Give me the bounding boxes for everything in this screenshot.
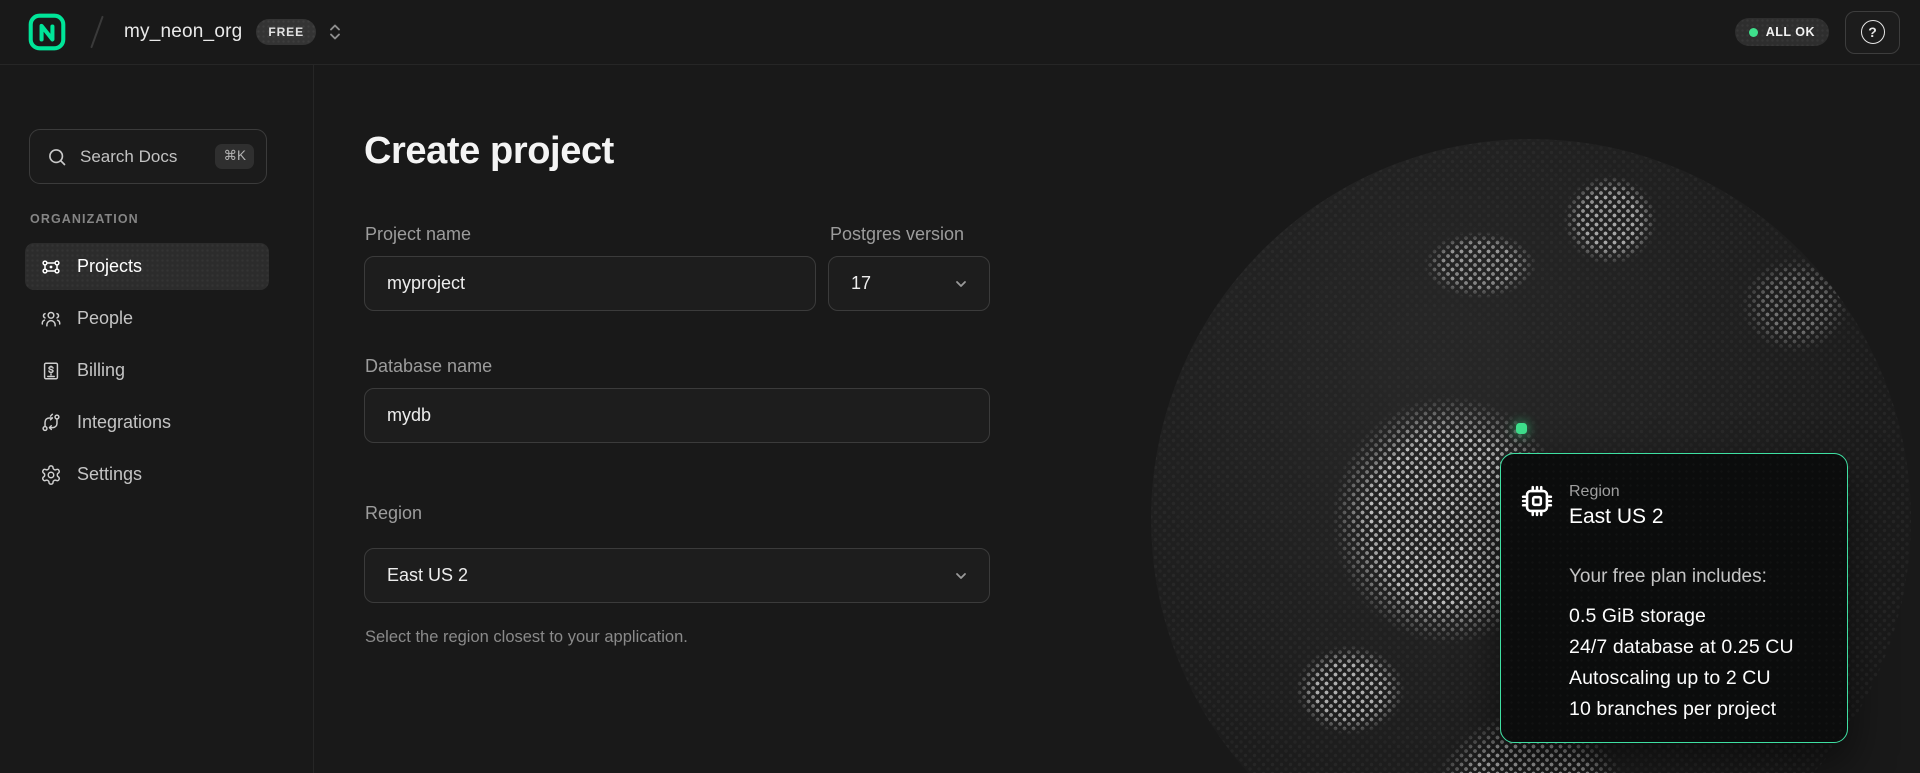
chip-icon (1520, 484, 1554, 518)
people-icon (40, 308, 62, 330)
plan-feature: Autoscaling up to 2 CU (1569, 663, 1827, 694)
project-name-label: Project name (365, 224, 471, 245)
settings-icon (40, 464, 62, 486)
sidebar-item-label: Projects (77, 256, 142, 277)
breadcrumb-slash (90, 16, 104, 49)
status-ok-dot-icon (1749, 28, 1758, 37)
sidebar-item-integrations[interactable]: Integrations (25, 399, 269, 446)
chevron-down-icon (953, 276, 969, 292)
region-helper-text: Select the region closest to your applic… (365, 628, 688, 647)
integrations-icon (40, 412, 62, 434)
postgres-version-select[interactable]: 17 (828, 256, 990, 311)
region-label: Region (365, 503, 422, 524)
plan-badge: FREE (256, 19, 316, 45)
neon-logo-icon[interactable] (28, 13, 66, 51)
question-mark-icon: ? (1861, 20, 1885, 44)
database-name-input[interactable]: mydb (364, 388, 990, 443)
project-name-value: myproject (387, 273, 465, 294)
sidebar-nav: Projects People Billing (25, 243, 269, 498)
sidebar-item-label: Integrations (77, 412, 171, 433)
chevron-down-icon (953, 568, 969, 584)
database-name-label: Database name (365, 356, 492, 377)
region-select[interactable]: East US 2 (364, 548, 990, 603)
postgres-version-label: Postgres version (830, 224, 964, 245)
organization-section-label: ORGANIZATION (30, 212, 313, 226)
plan-feature: 24/7 database at 0.25 CU (1569, 632, 1827, 663)
project-name-input[interactable]: myproject (364, 256, 816, 311)
projects-icon (40, 256, 62, 278)
org-name[interactable]: my_neon_org (124, 21, 242, 43)
search-icon (47, 147, 67, 167)
search-placeholder: Search Docs (80, 147, 177, 167)
search-docs-input[interactable]: Search Docs ⌘K (29, 129, 267, 184)
create-project-page: my_neon_org FREE ALL OK ? Search Docs ⌘K (0, 0, 1920, 773)
sidebar-item-settings[interactable]: Settings (25, 451, 269, 498)
billing-icon (40, 360, 62, 382)
plan-feature: 10 branches per project (1569, 694, 1827, 725)
postgres-version-value: 17 (851, 273, 871, 294)
status-badge[interactable]: ALL OK (1735, 18, 1829, 46)
sidebar-item-billing[interactable]: Billing (25, 347, 269, 394)
sidebar-item-label: Settings (77, 464, 142, 485)
sidebar: Search Docs ⌘K ORGANIZATION Projects (0, 65, 314, 773)
card-region-label: Region (1569, 482, 1664, 501)
card-region-value: East US 2 (1569, 505, 1664, 529)
keyboard-shortcut-badge: ⌘K (215, 144, 254, 169)
help-button[interactable]: ? (1845, 11, 1900, 54)
sidebar-item-projects[interactable]: Projects (25, 243, 269, 290)
sidebar-item-label: People (77, 308, 133, 329)
region-value: East US 2 (387, 565, 468, 586)
free-plan-title: Your free plan includes: (1569, 566, 1827, 588)
plan-feature: 0.5 GiB storage (1569, 601, 1827, 632)
region-info-card: Region East US 2 Your free plan includes… (1500, 453, 1848, 743)
region-location-dot (1516, 423, 1527, 434)
database-name-value: mydb (387, 405, 431, 426)
free-plan-feature-list: 0.5 GiB storage 24/7 database at 0.25 CU… (1569, 601, 1827, 725)
sidebar-item-label: Billing (77, 360, 125, 381)
sidebar-item-people[interactable]: People (25, 295, 269, 342)
org-switcher-chevrons-icon[interactable] (328, 21, 342, 43)
page-title: Create project (364, 130, 614, 173)
top-bar: my_neon_org FREE ALL OK ? (0, 0, 1920, 65)
status-label: ALL OK (1766, 25, 1815, 39)
